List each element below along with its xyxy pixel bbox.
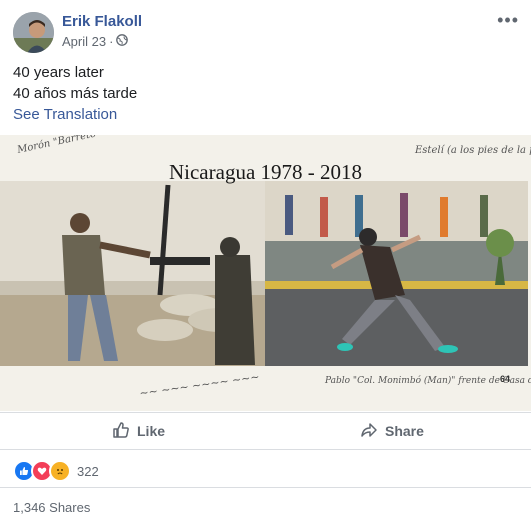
photo-title: Nicaragua 1978 - 2018 (168, 160, 363, 184)
handwriting-text: Estelí (a los pies de la puerta del ... … (414, 145, 531, 156)
more-options-icon[interactable]: ••• (497, 10, 519, 31)
share-label: Share (385, 423, 424, 439)
photo-1978 (0, 181, 265, 366)
reaction-count[interactable]: 322 (77, 464, 99, 479)
globe-icon[interactable] (116, 34, 129, 49)
sad-reaction-icon (49, 460, 71, 482)
divider (0, 487, 531, 488)
shares-count[interactable]: 1,346 Shares (13, 500, 90, 515)
facebook-post-card: Erik Flakoll April 23 · ••• 40 years lat… (0, 0, 531, 520)
post-text-line: 40 años más tarde (13, 85, 138, 102)
reactions-summary[interactable]: 322 (13, 460, 99, 482)
meta-separator: · (109, 34, 114, 49)
like-label: Like (137, 423, 166, 439)
post-text: 40 years later 40 años más tarde (13, 62, 137, 104)
share-button[interactable]: Share (360, 413, 424, 449)
thumbs-up-icon (112, 421, 130, 442)
author-avatar[interactable] (13, 12, 54, 53)
post-meta: April 23 · (62, 34, 129, 49)
like-button[interactable]: Like (112, 413, 165, 449)
author-name[interactable]: Erik Flakoll (62, 13, 142, 30)
share-arrow-icon (360, 421, 378, 442)
see-translation-link[interactable]: See Translation (13, 106, 117, 123)
photo-badge: 64 (500, 374, 510, 384)
photo-2018 (265, 181, 528, 366)
post-text-line: 40 years later (13, 64, 104, 81)
post-actions-bar: Like Share (0, 412, 531, 450)
post-date[interactable]: April 23 (62, 34, 106, 49)
